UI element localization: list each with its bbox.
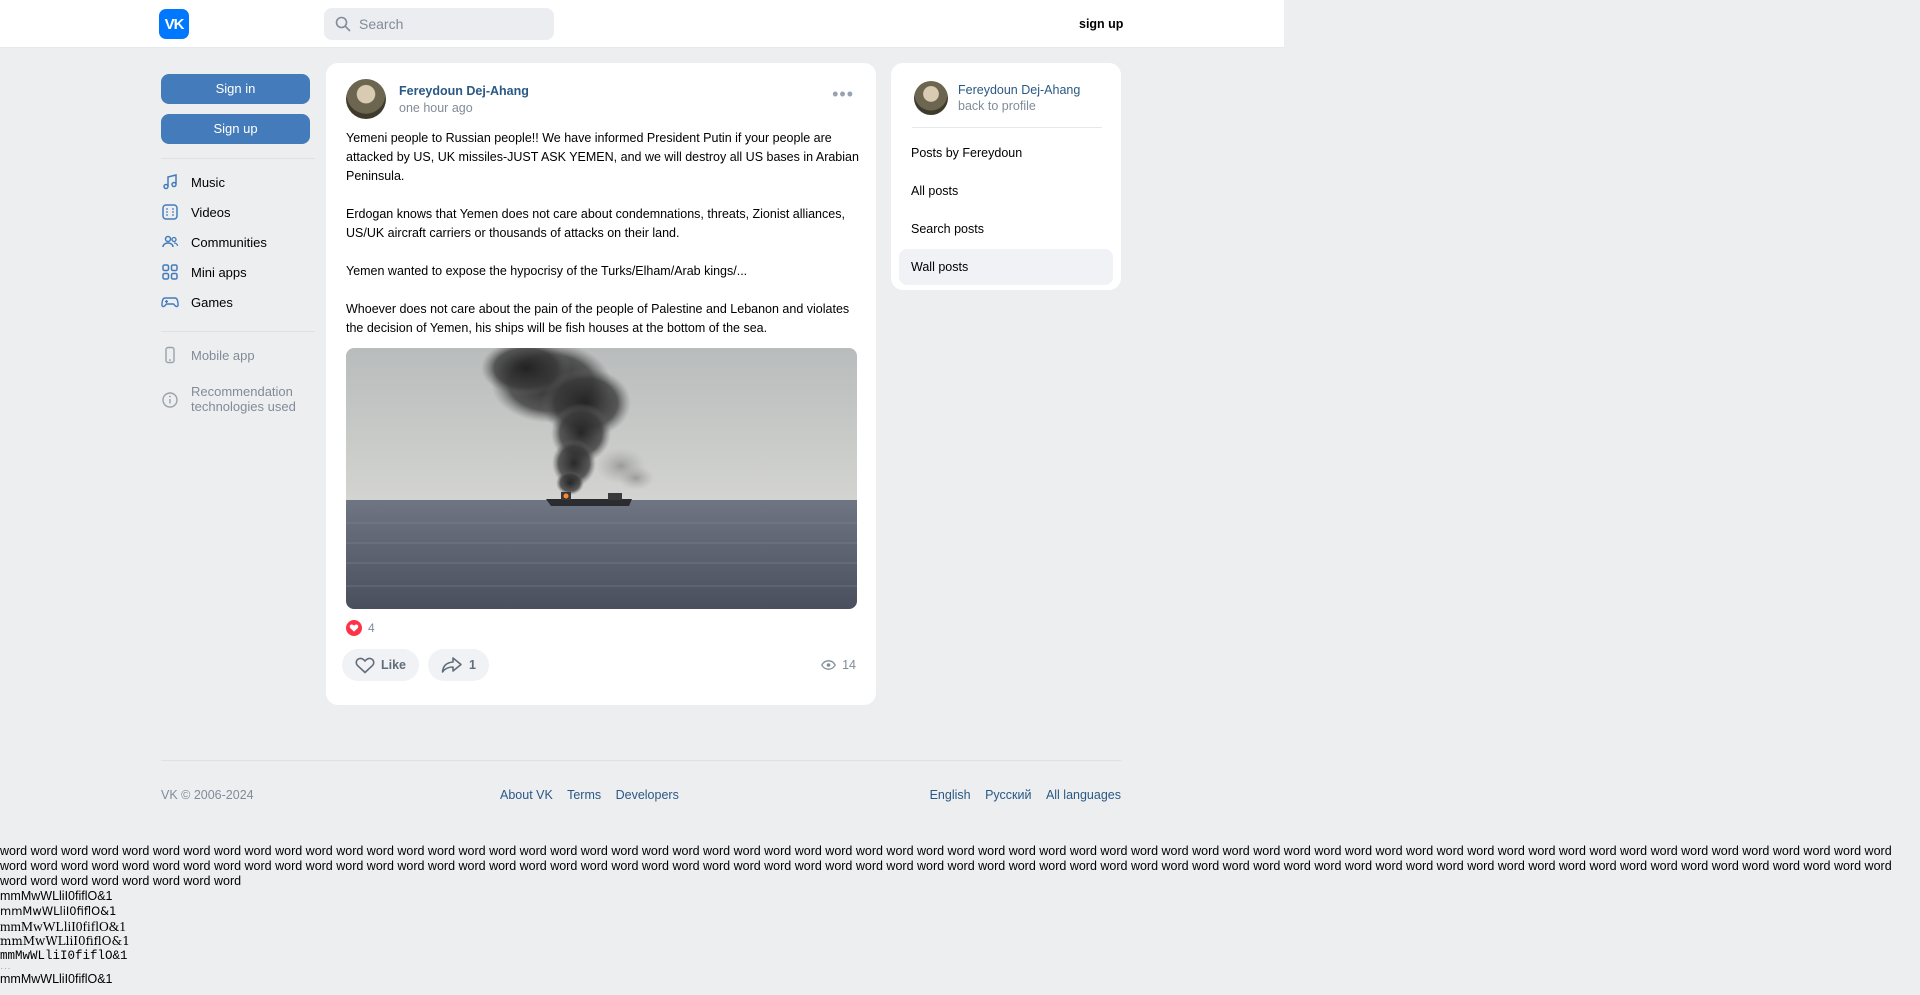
glyph-line: ... [0, 964, 11, 971]
views-counter: 14 [821, 658, 856, 672]
like-label: Like [381, 658, 407, 672]
side-profile-name[interactable]: Fereydoun Dej-Ahang [958, 82, 1080, 98]
side-item-wall-posts[interactable]: Wall posts [899, 249, 1113, 285]
avatar[interactable] [914, 81, 948, 115]
mobile-icon [161, 346, 179, 364]
nav-item-label: Recommendation technologies used [191, 384, 296, 414]
nav-item-music[interactable]: Music [161, 167, 315, 197]
nav-item-mini-apps[interactable]: Mini apps [161, 257, 315, 287]
footer-links: About VK Terms Developers [500, 788, 690, 802]
reactions-count: 4 [368, 621, 375, 635]
footer-link-developers[interactable]: Developers [616, 788, 679, 802]
search-icon [335, 16, 351, 32]
sign-in-button[interactable]: Sign in [161, 74, 310, 104]
post-text: Yemeni people to Russian people!! We hav… [346, 129, 861, 357]
footer-link-about[interactable]: About VK [500, 788, 553, 802]
glyph-line: mmMwWLliI0fiflO&1 [0, 949, 128, 963]
more-options-icon[interactable]: ••• [832, 85, 854, 103]
signup-link[interactable]: sign up [1079, 17, 1123, 31]
avatar[interactable] [346, 79, 386, 119]
nav-item-games[interactable]: Games [161, 287, 315, 317]
info-icon [161, 391, 179, 409]
post-actions: Like 1 [342, 649, 498, 681]
post-paragraph: Yemen wanted to expose the hypocrisy of … [346, 264, 748, 278]
nav-divider [161, 331, 315, 332]
footer-languages: English Русский All languages [930, 788, 1121, 802]
glyph-line: mmMwWLliI0fiflO&1 [0, 972, 113, 986]
glyph-line: mmMwWLliI0fiflO&1 [0, 934, 130, 948]
footer-link-terms[interactable]: Terms [567, 788, 601, 802]
nav-divider [161, 158, 315, 159]
search-box[interactable] [324, 8, 554, 40]
share-button[interactable]: 1 [428, 649, 489, 681]
eye-icon [821, 660, 837, 670]
nav-item-label: Communities [191, 234, 267, 250]
side-profile-header[interactable]: Fereydoun Dej-Ahang back to profile [914, 81, 1080, 115]
music-icon [161, 173, 179, 191]
nav-item-label: Games [191, 294, 233, 310]
post-time[interactable]: one hour ago [399, 101, 529, 115]
nav-item-recommendation-tech[interactable]: Recommendation technologies used [161, 384, 315, 414]
side-menu-list: Posts by Fereydoun All posts Search post… [899, 135, 1113, 287]
profile-side-menu: Fereydoun Dej-Ahang back to profile Post… [891, 63, 1121, 290]
side-divider [912, 127, 1102, 128]
search-input[interactable] [359, 16, 539, 32]
footer-copyright: VK © 2006-2024 [161, 788, 254, 802]
communities-icon [161, 233, 179, 251]
nav-item-label: Videos [191, 204, 231, 220]
back-to-profile-link[interactable]: back to profile [958, 98, 1080, 114]
side-item-posts-by-author[interactable]: Posts by Fereydoun [899, 135, 1113, 171]
games-icon [161, 293, 179, 311]
post-paragraph: Whoever does not care about the pain of … [346, 302, 850, 335]
nav-item-label: Mobile app [191, 347, 255, 363]
footer-divider [161, 760, 1121, 761]
nav-item-label: Mini apps [191, 264, 247, 280]
heart-icon [355, 657, 375, 674]
nav-item-communities[interactable]: Communities [161, 227, 315, 257]
post-header: Fereydoun Dej-Ahang one hour ago [346, 79, 529, 119]
post-photo[interactable] [346, 348, 857, 609]
reactions-summary[interactable]: 4 [346, 620, 375, 636]
nav-item-videos[interactable]: Videos [161, 197, 315, 227]
left-navigation: Sign in Sign up Music Videos Communities… [161, 74, 315, 414]
nav-item-mobile-app[interactable]: Mobile app [161, 340, 315, 370]
glyph-line: mmMwWLliI0fiflO&1 [0, 904, 117, 918]
language-all[interactable]: All languages [1046, 788, 1121, 802]
views-count: 14 [842, 658, 856, 672]
language-english[interactable]: English [930, 788, 971, 802]
glyph-line: mmMwWLliI0fiflO&1 [0, 889, 113, 903]
post-paragraph: Erdogan knows that Yemen does not care a… [346, 207, 845, 240]
post-author[interactable]: Fereydoun Dej-Ahang [399, 84, 529, 98]
post-paragraph: Yemeni people to Russian people!! We hav… [346, 131, 859, 183]
sign-up-button[interactable]: Sign up [161, 114, 310, 144]
wall-post: Fereydoun Dej-Ahang one hour ago ••• Yem… [326, 63, 876, 705]
like-button[interactable]: Like [342, 649, 420, 681]
glyph-line: mmMwWLliI0fiflO&1 [0, 919, 126, 934]
side-item-search-posts[interactable]: Search posts [899, 211, 1113, 247]
share-icon [441, 657, 462, 673]
side-item-all-posts[interactable]: All posts [899, 173, 1113, 209]
nav-item-label: Music [191, 174, 225, 190]
videos-icon [161, 203, 179, 221]
vk-logo-icon[interactable]: VK [159, 9, 189, 39]
top-header: VK sign up [0, 0, 1284, 48]
font-test-words: word word word word word word word word … [0, 844, 1892, 888]
font-test-glyphs: mmMwWLliI0fiflO&1 mmMwWLliI0fiflO&1 mmMw… [0, 889, 130, 987]
mini-apps-icon [161, 263, 179, 281]
share-count: 1 [469, 658, 476, 672]
heart-reaction-icon [346, 620, 362, 636]
language-russian[interactable]: Русский [985, 788, 1031, 802]
